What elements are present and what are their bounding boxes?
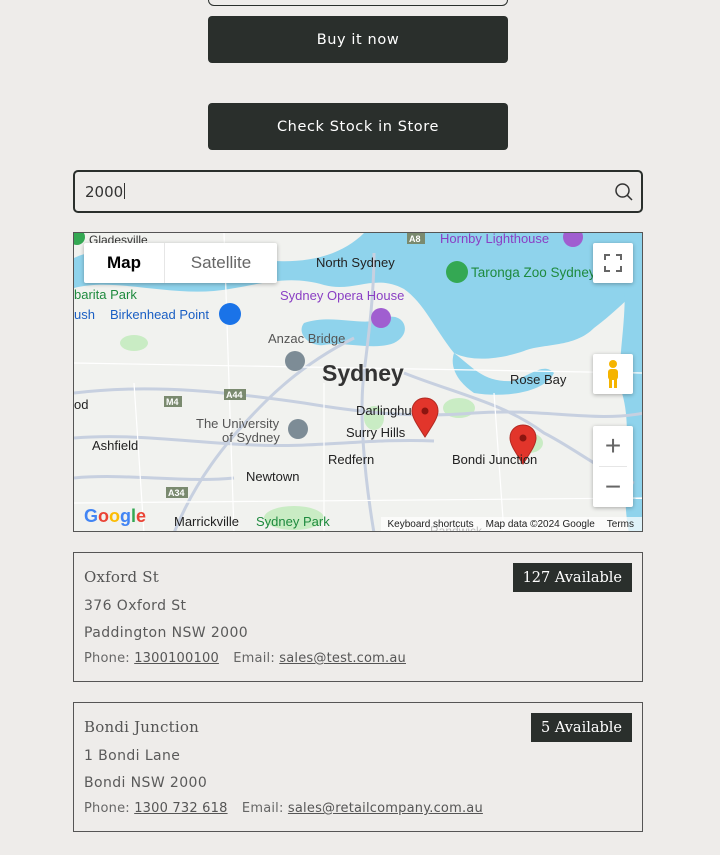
phone-link[interactable]: 1300100100 [134,651,219,666]
buy-now-button[interactable]: Buy it now [208,16,508,63]
map-label: Surry Hills [346,425,406,440]
map-label: The University [196,416,280,431]
fullscreen-icon [604,254,622,272]
phone-label: Phone: [84,801,130,816]
map-label: od [74,397,89,412]
landmark-icon [371,308,391,328]
map-type-satellite-button[interactable]: Satellite [165,243,277,283]
map-label: Sydney Opera House [280,288,405,303]
store-address-line2: Paddington NSW 2000 [84,625,249,641]
map-label: Taronga Zoo Sydney [471,265,596,280]
zoom-out-button[interactable]: − [593,467,633,507]
store-address-line1: 1 Bondi Lane [84,748,181,764]
map-label: Rose Bay [510,372,567,387]
map-label: Sydney [322,360,404,386]
map-data-attribution: Map data ©2024 Google [485,518,595,530]
map-label: Bondi Junction [452,452,538,467]
zoo-icon [446,261,468,283]
map-label: North Sydney [316,255,395,270]
map-label: Marrickville [174,514,239,529]
map-label: Darlinghu [356,403,412,418]
road-a44-label: A44 [226,390,243,400]
search-icon[interactable] [613,181,635,203]
map-label: of Sydney [222,430,280,445]
map-label: Redfern [328,452,375,467]
email-link[interactable]: sales@retailcompany.com.au [288,801,483,816]
fullscreen-button[interactable] [593,243,633,283]
variant-selector-edge [208,0,508,6]
map-type-control: Map Satellite [84,243,277,283]
store-card: Bondi Junction 5 Available 1 Bondi Lane … [73,702,643,832]
road-a8-label: A8 [409,234,421,244]
store-name: Bondi Junction [84,718,199,736]
terms-link[interactable]: Terms [607,519,634,530]
map-label: Birkenhead Point [110,307,210,322]
store-card: Oxford St 127 Available 376 Oxford St Pa… [73,552,643,682]
bridge-icon [285,351,305,371]
map-label: Newtown [246,469,300,484]
map-label: Hornby Lighthouse [440,232,550,246]
store-address-line2: Bondi NSW 2000 [84,775,208,791]
map-type-map-button[interactable]: Map [84,243,165,283]
road-a34-label: A34 [168,488,185,498]
map-label: Sydney Park [256,514,330,529]
map-footer: Keyboard shortcuts Map data ©2024 Google… [381,517,642,531]
store-name: Oxford St [84,568,159,586]
street-view-pegman-button[interactable] [593,354,633,394]
zoom-control: + − [593,426,633,507]
email-link[interactable]: sales@test.com.au [279,651,406,666]
road-m4-label: M4 [166,397,179,407]
check-stock-button[interactable]: Check Stock in Store [208,103,508,150]
store-address-line1: 376 Oxford St [84,598,187,614]
keyboard-shortcuts-link[interactable]: Keyboard shortcuts [387,519,473,530]
zoom-in-button[interactable]: + [593,426,633,466]
google-logo: Google [84,506,147,526]
availability-badge: 5 Available [531,713,632,742]
availability-badge: 127 Available [512,563,632,592]
map-label: Anzac Bridge [268,331,346,346]
postcode-search-field[interactable]: 2000 [73,170,643,213]
store-map[interactable]: A8 M4 A44 A34 Gladesville North Sydney H… [73,232,643,532]
store-contact: Phone: 1300 732 618 Email: sales@retailc… [84,801,483,816]
map-label: barita Park [74,287,137,302]
search-input[interactable]: 2000 [85,183,126,201]
email-label: Email: [233,651,275,666]
email-label: Email: [241,801,284,816]
university-icon [288,419,308,439]
pegman-icon [608,360,618,388]
store-contact: Phone: 1300100100 Email: sales@test.com.… [84,651,406,666]
phone-label: Phone: [84,651,130,666]
phone-link[interactable]: 1300 732 618 [134,801,227,816]
map-label: ush [74,307,95,322]
map-label: Ashfield [92,438,139,453]
shopping-icon [219,303,241,325]
